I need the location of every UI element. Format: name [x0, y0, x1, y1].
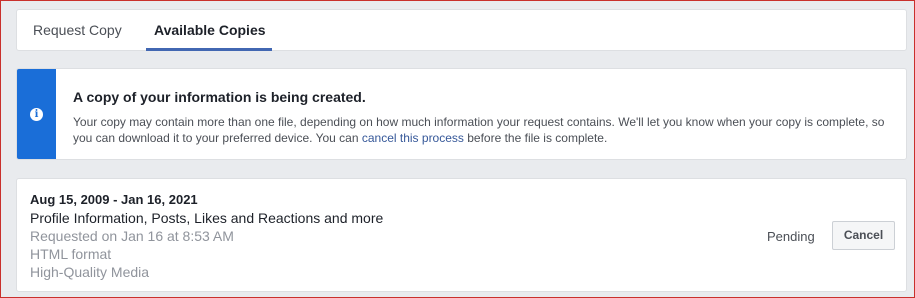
- tabs-bar: Request Copy Available Copies: [16, 9, 907, 51]
- notice-body: Your copy may contain more than one file…: [73, 114, 893, 146]
- notice-title: A copy of your information is being crea…: [73, 89, 366, 105]
- status-label: Pending: [767, 229, 815, 244]
- active-tab-indicator: [146, 48, 272, 51]
- copy-date-range: Aug 15, 2009 - Jan 16, 2021: [30, 192, 198, 207]
- cancel-process-link[interactable]: cancel this process: [362, 131, 464, 145]
- copy-format: HTML format: [30, 246, 112, 262]
- available-copy-item: Aug 15, 2009 - Jan 16, 2021 Profile Info…: [16, 178, 907, 292]
- info-notice: i A copy of your information is being cr…: [16, 68, 907, 160]
- notice-body-text-end: before the file is complete.: [463, 131, 608, 145]
- cancel-button[interactable]: Cancel: [832, 221, 895, 250]
- copy-description: Profile Information, Posts, Likes and Re…: [30, 210, 384, 226]
- tab-available-copies[interactable]: Available Copies: [154, 10, 266, 51]
- tab-request-copy[interactable]: Request Copy: [33, 10, 122, 51]
- info-icon: i: [30, 108, 43, 121]
- copy-media-quality: High-Quality Media: [30, 264, 150, 280]
- copy-requested-date: Requested on Jan 16 at 8:53 AM: [30, 228, 234, 244]
- notice-accent-bar: i: [17, 69, 56, 159]
